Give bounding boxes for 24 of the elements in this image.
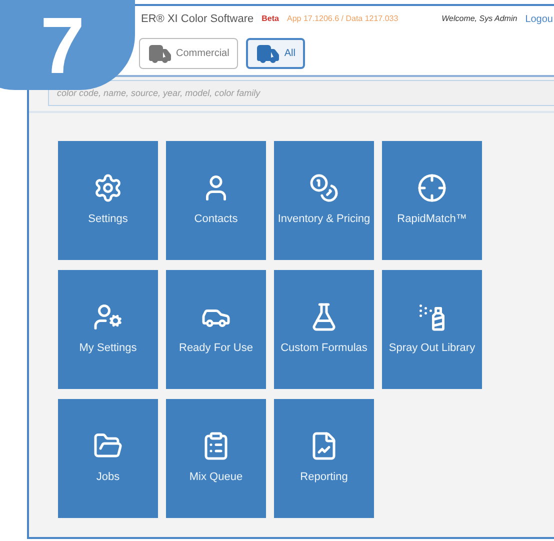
logout-link[interactable]: Logou bbox=[525, 12, 553, 26]
crosshair-icon bbox=[417, 172, 447, 202]
menu-tile[interactable]: Custom Formulas bbox=[274, 270, 374, 389]
menu-tile[interactable]: My Settings bbox=[58, 270, 158, 389]
menu-tile[interactable]: Jobs bbox=[58, 399, 158, 518]
welcome-text: Welcome, Sys Admin bbox=[442, 13, 518, 25]
beta-label: Beta bbox=[262, 13, 279, 25]
menu-tile[interactable]: RapidMatch™ bbox=[382, 141, 482, 260]
menu-tile[interactable]: Inventory & Pricing bbox=[274, 141, 374, 260]
version-text: App 17.1206.6 / Data 1217.033 bbox=[287, 13, 398, 25]
coins-icon bbox=[309, 172, 339, 202]
vehicle-tab[interactable]: Commercial bbox=[139, 38, 238, 69]
app-title: ER® XI Color Software bbox=[141, 12, 254, 27]
menu-tile[interactable]: Mix Queue bbox=[166, 399, 266, 518]
search-field[interactable]: color code, name, source, year, model, color family bbox=[48, 80, 554, 106]
gear-icon bbox=[93, 172, 123, 202]
menu-tile[interactable]: Spray Out Library bbox=[382, 270, 482, 389]
spray-can-icon bbox=[417, 302, 447, 332]
vehicle-tab[interactable]: All bbox=[246, 38, 306, 69]
menu-tile[interactable]: Reporting bbox=[274, 399, 374, 518]
user-gear-icon bbox=[93, 302, 123, 332]
menu-tile[interactable]: Settings bbox=[58, 141, 158, 260]
menu-tile[interactable]: Ready For Use bbox=[166, 270, 266, 389]
menu-tile[interactable]: Contacts bbox=[166, 141, 266, 260]
